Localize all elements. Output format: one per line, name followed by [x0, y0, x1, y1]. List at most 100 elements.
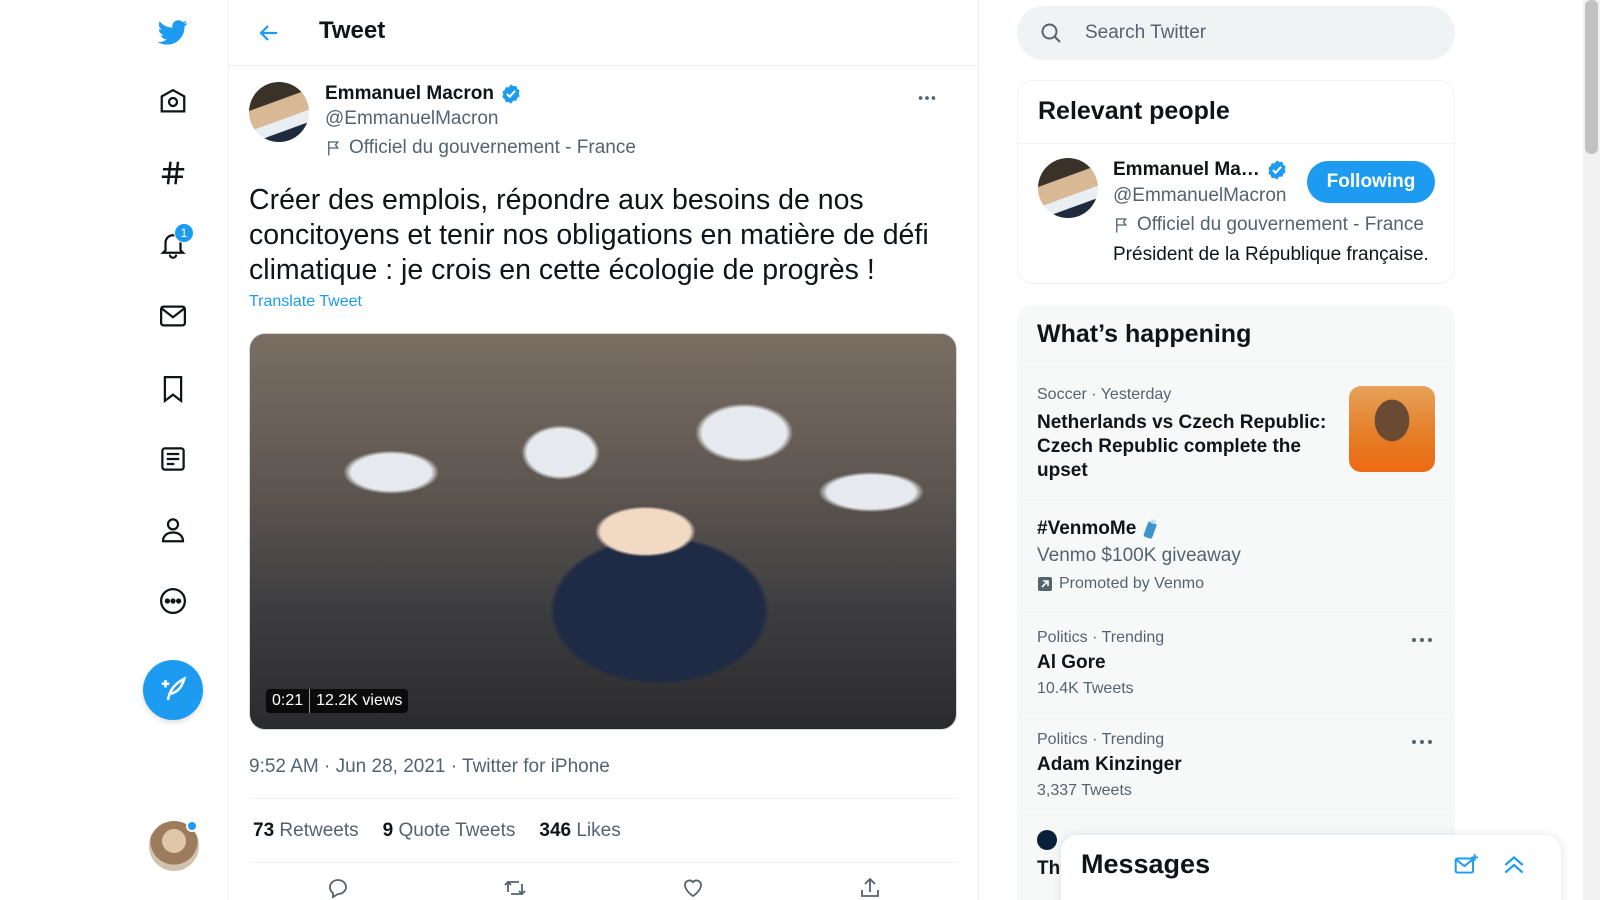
- divider: [1018, 143, 1454, 144]
- video-meta: 0:21 12.2K views: [266, 689, 409, 713]
- trend-source-icon: [1037, 830, 1057, 850]
- relevant-person-name-row[interactable]: Emmanuel Ma…: [1113, 159, 1288, 181]
- twitter-bird-icon[interactable]: [148, 7, 198, 57]
- search-bar[interactable]: [1017, 6, 1455, 60]
- author-name-row[interactable]: Emmanuel Macron: [325, 83, 522, 105]
- like-heart-icon[interactable]: [673, 868, 713, 900]
- relevant-person-handle[interactable]: @EmmanuelMacron: [1113, 185, 1286, 207]
- tweet-text: Créer des emplois, répondre aux besoins …: [249, 184, 929, 286]
- video-views: 12.2K views: [309, 689, 408, 713]
- back-arrow-icon[interactable]: [249, 13, 289, 53]
- tweet-video[interactable]: 0:21 12.2K views: [249, 333, 957, 730]
- relevant-person-avatar[interactable]: [1038, 158, 1098, 218]
- search-input[interactable]: [1085, 6, 1435, 60]
- promoted-arrow-icon: [1038, 577, 1052, 591]
- verified-badge-icon: [502, 84, 520, 104]
- trend-item[interactable]: Politics · Trending Adam Kinzinger 3,337…: [1017, 713, 1455, 815]
- trend-title: Th: [1037, 858, 1061, 879]
- promoted-label: Promoted by Venmo: [1037, 575, 1204, 593]
- tweet-more-options-icon[interactable]: [909, 80, 945, 116]
- messages-title: Messages: [1081, 849, 1211, 879]
- retweets-count: 73: [253, 820, 275, 841]
- compose-tweet-button[interactable]: [143, 660, 203, 720]
- right-sidebar: Relevant people Emmanuel Ma… @EmmanuelMa…: [979, 0, 1579, 900]
- relevant-person-bio: Président de la République française.: [1113, 244, 1429, 265]
- video-duration: 0:21: [272, 692, 304, 709]
- scrollbar[interactable]: [1583, 0, 1600, 900]
- account-status-dot: [186, 820, 198, 832]
- verified-badge-icon: [1268, 160, 1286, 180]
- tweet-source-link[interactable]: Twitter for iPhone: [462, 756, 610, 777]
- trend-subtitle: 3,337 Tweets: [1037, 782, 1132, 799]
- trend-meta: Politics · Trending: [1037, 629, 1165, 646]
- search-icon: [1041, 23, 1061, 43]
- author-handle[interactable]: @EmmanuelMacron: [325, 108, 498, 130]
- relevant-people-card: Relevant people Emmanuel Ma… @EmmanuelMa…: [1017, 80, 1455, 284]
- main-column: Tweet Emmanuel Macron @EmmanuelMacron Of…: [229, 0, 979, 900]
- trend-title-row: #VenmoMe: [1037, 518, 1160, 540]
- lists-icon[interactable]: [148, 434, 198, 484]
- share-icon[interactable]: [850, 868, 890, 900]
- tweet-time-text[interactable]: 9:52 AM · Jun 28, 2021 ·: [249, 756, 462, 777]
- home-icon[interactable]: [148, 77, 198, 127]
- author-avatar[interactable]: [249, 82, 309, 142]
- quote-tweets-label: Quote Tweets: [398, 820, 516, 841]
- tweet-stats: 73 Retweets 9 Quote Tweets 346 Likes: [253, 820, 621, 842]
- tweet-actions: [249, 868, 959, 900]
- whats-happening-title: What’s happening: [1037, 320, 1252, 348]
- quote-tweets-count: 9: [382, 820, 394, 841]
- profile-icon[interactable]: [148, 505, 198, 555]
- scrollbar-thumb[interactable]: [1585, 0, 1598, 154]
- likes-stat[interactable]: 346 Likes: [539, 820, 620, 842]
- government-label-text: Officiel du gouvernement - France: [1137, 214, 1424, 235]
- trend-thumbnail: [1349, 386, 1435, 472]
- trend-title: #VenmoMe: [1037, 518, 1137, 539]
- new-message-icon[interactable]: [1448, 847, 1484, 883]
- retweet-icon[interactable]: [495, 868, 535, 900]
- page-title: Tweet: [319, 17, 386, 44]
- trend-more-icon[interactable]: [1407, 630, 1437, 650]
- retweets-stat[interactable]: 73 Retweets: [253, 820, 359, 842]
- relevant-people-title: Relevant people: [1038, 97, 1230, 125]
- notification-count-badge: 1: [174, 223, 194, 243]
- expand-chevron-up-icon[interactable]: [1496, 847, 1532, 883]
- trend-title: Al Gore: [1037, 652, 1106, 673]
- likes-label: Likes: [576, 820, 621, 841]
- following-button[interactable]: Following: [1307, 161, 1435, 203]
- mail-icon[interactable]: [148, 291, 198, 341]
- trend-subtitle: 10.4K Tweets: [1037, 680, 1134, 697]
- flag-icon: [1116, 218, 1128, 233]
- hashtag-icon[interactable]: [148, 148, 198, 198]
- trend-item[interactable]: Soccer · Yesterday Netherlands vs Czech …: [1017, 367, 1455, 499]
- retweets-label: Retweets: [279, 820, 359, 841]
- trend-meta: Soccer · Yesterday: [1037, 386, 1172, 403]
- bookmark-icon[interactable]: [148, 364, 198, 414]
- feather-plus-icon: [161, 676, 187, 701]
- divider: [249, 862, 959, 863]
- trend-subtitle: Venmo $100K giveaway: [1037, 545, 1241, 566]
- promoted-text: Promoted by Venmo: [1059, 575, 1204, 592]
- likes-count: 346: [539, 820, 572, 841]
- trend-more-icon[interactable]: [1407, 732, 1437, 752]
- trend-title: Adam Kinzinger: [1037, 754, 1182, 775]
- flag-icon: [328, 141, 340, 156]
- notifications-bell-icon[interactable]: 1: [148, 219, 198, 269]
- author-name[interactable]: Emmanuel Macron: [325, 83, 494, 105]
- translate-tweet-link[interactable]: Translate Tweet: [249, 293, 362, 311]
- reply-icon[interactable]: [318, 868, 358, 900]
- trend-item[interactable]: Politics · Trending Al Gore 10.4K Tweets: [1017, 611, 1455, 713]
- relevant-person-name[interactable]: Emmanuel Ma…: [1113, 159, 1260, 181]
- more-circle-icon[interactable]: [148, 576, 198, 626]
- trend-title: Netherlands vs Czech Republic: Czech Rep…: [1037, 412, 1327, 481]
- left-sidebar: 1: [0, 0, 229, 900]
- government-label-text: Officiel du gouvernement - France: [349, 137, 636, 158]
- divider: [249, 798, 959, 799]
- government-label: Officiel du gouvernement - France: [325, 137, 636, 159]
- messages-drawer[interactable]: Messages: [1061, 835, 1561, 900]
- whats-happening-panel: What’s happening Soccer · Yesterday Neth…: [1017, 305, 1455, 900]
- trend-meta: Politics · Trending: [1037, 731, 1165, 748]
- trend-item-promoted[interactable]: #VenmoMe Venmo $100K giveaway Promoted b…: [1017, 499, 1455, 611]
- tweet-timestamp: 9:52 AM · Jun 28, 2021 · Twitter for iPh…: [249, 756, 610, 778]
- quote-tweets-stat[interactable]: 9 Quote Tweets: [383, 820, 516, 842]
- venmo-bottle-icon: [1143, 518, 1157, 539]
